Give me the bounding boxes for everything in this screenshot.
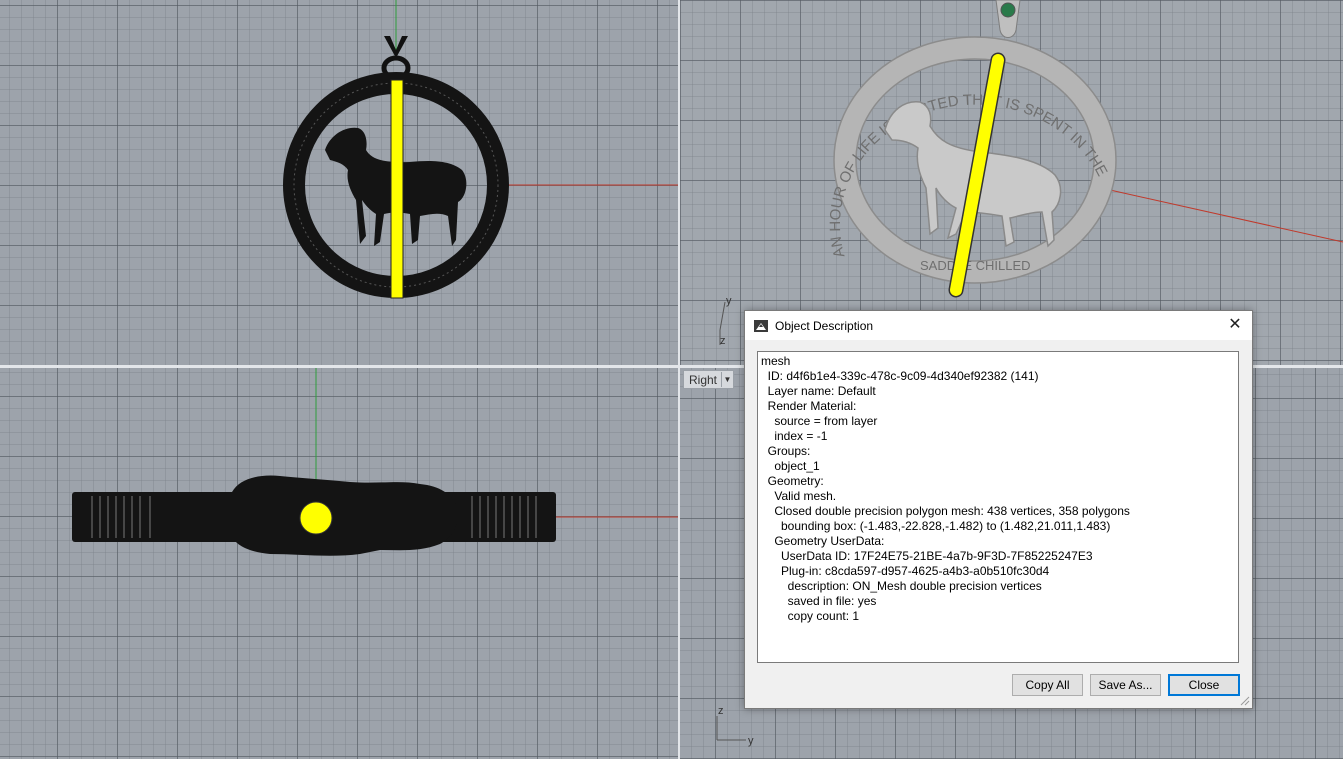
front-view-scene (72, 368, 678, 556)
right-axis-y-label: y (748, 735, 754, 747)
right-axis-z-label: z (718, 705, 724, 717)
description-line: description: ON_Mesh double precision ve… (761, 579, 1042, 593)
description-line: Geometry UserData: (761, 534, 885, 548)
selected-mesh-end (299, 501, 333, 535)
description-line: copy count: 1 (761, 609, 860, 623)
viewport-front[interactable] (0, 368, 678, 759)
persp-axis-widget-y (719, 301, 726, 331)
description-line: bounding box: (-1.483,-22.828,-1.482) to… (761, 519, 1111, 533)
rhino-app-icon (754, 319, 768, 332)
viewport-tab-right[interactable]: Right ▼ (683, 370, 735, 389)
description-line: object_1 (761, 459, 820, 473)
top-view-scene (283, 0, 678, 299)
horse-top-profile (232, 475, 459, 556)
dialog-title: Object Description (775, 318, 874, 333)
viewport-splitter-vertical[interactable] (678, 0, 680, 759)
bail-gem (1000, 2, 1016, 18)
save-as-button[interactable]: Save As... (1090, 674, 1161, 696)
description-line: mesh (761, 354, 791, 368)
resize-grip-icon[interactable] (1240, 696, 1250, 706)
description-line: ID: d4f6b1e4-339c-478c-9c09-4d340ef92382… (761, 369, 1039, 383)
description-text-area[interactable]: mesh ID: d4f6b1e4-339c-478c-9c09-4d340ef… (757, 351, 1239, 663)
x-axis-line-persp (1109, 189, 1343, 243)
viewport-top[interactable] (0, 0, 678, 365)
selected-mesh-bar (390, 79, 404, 299)
close-icon[interactable]: ✕ (1226, 316, 1244, 334)
description-line: Valid mesh. (761, 489, 837, 503)
close-button[interactable]: Close (1168, 674, 1240, 696)
description-line: Closed double precision polygon mesh: 43… (761, 504, 1130, 518)
description-line: Geometry: (761, 474, 824, 488)
description-line: UserData ID: 17F24E75-21BE-4a7b-9F3D-7F8… (761, 549, 1093, 563)
chevron-down-icon[interactable]: ▼ (721, 372, 733, 387)
object-description-dialog: Object Description ✕ mesh ID: d4f6b1e4-3… (744, 310, 1253, 709)
dialog-titlebar[interactable]: Object Description ✕ (745, 311, 1252, 340)
description-line: saved in file: yes (761, 594, 877, 608)
viewport-tab-label: Right (689, 372, 718, 387)
copy-all-button[interactable]: Copy All (1012, 674, 1083, 696)
description-line: Layer name: Default (761, 384, 876, 398)
description-lines: mesh ID: d4f6b1e4-339c-478c-9c09-4d340ef… (761, 354, 1235, 624)
description-line: Render Material: (761, 399, 857, 413)
description-line: Groups: (761, 444, 811, 458)
description-line: source = from layer (761, 414, 878, 428)
ring-inscription-bottom: SADDLE CHILLED (920, 258, 1031, 273)
description-line: index = -1 (761, 429, 828, 443)
persp-axis-y-label: y (726, 295, 732, 307)
description-line: Plug-in: c8cda597-d957-4625-a4b3-a0b510f… (761, 564, 1050, 578)
persp-axis-z-label: z (720, 335, 726, 347)
